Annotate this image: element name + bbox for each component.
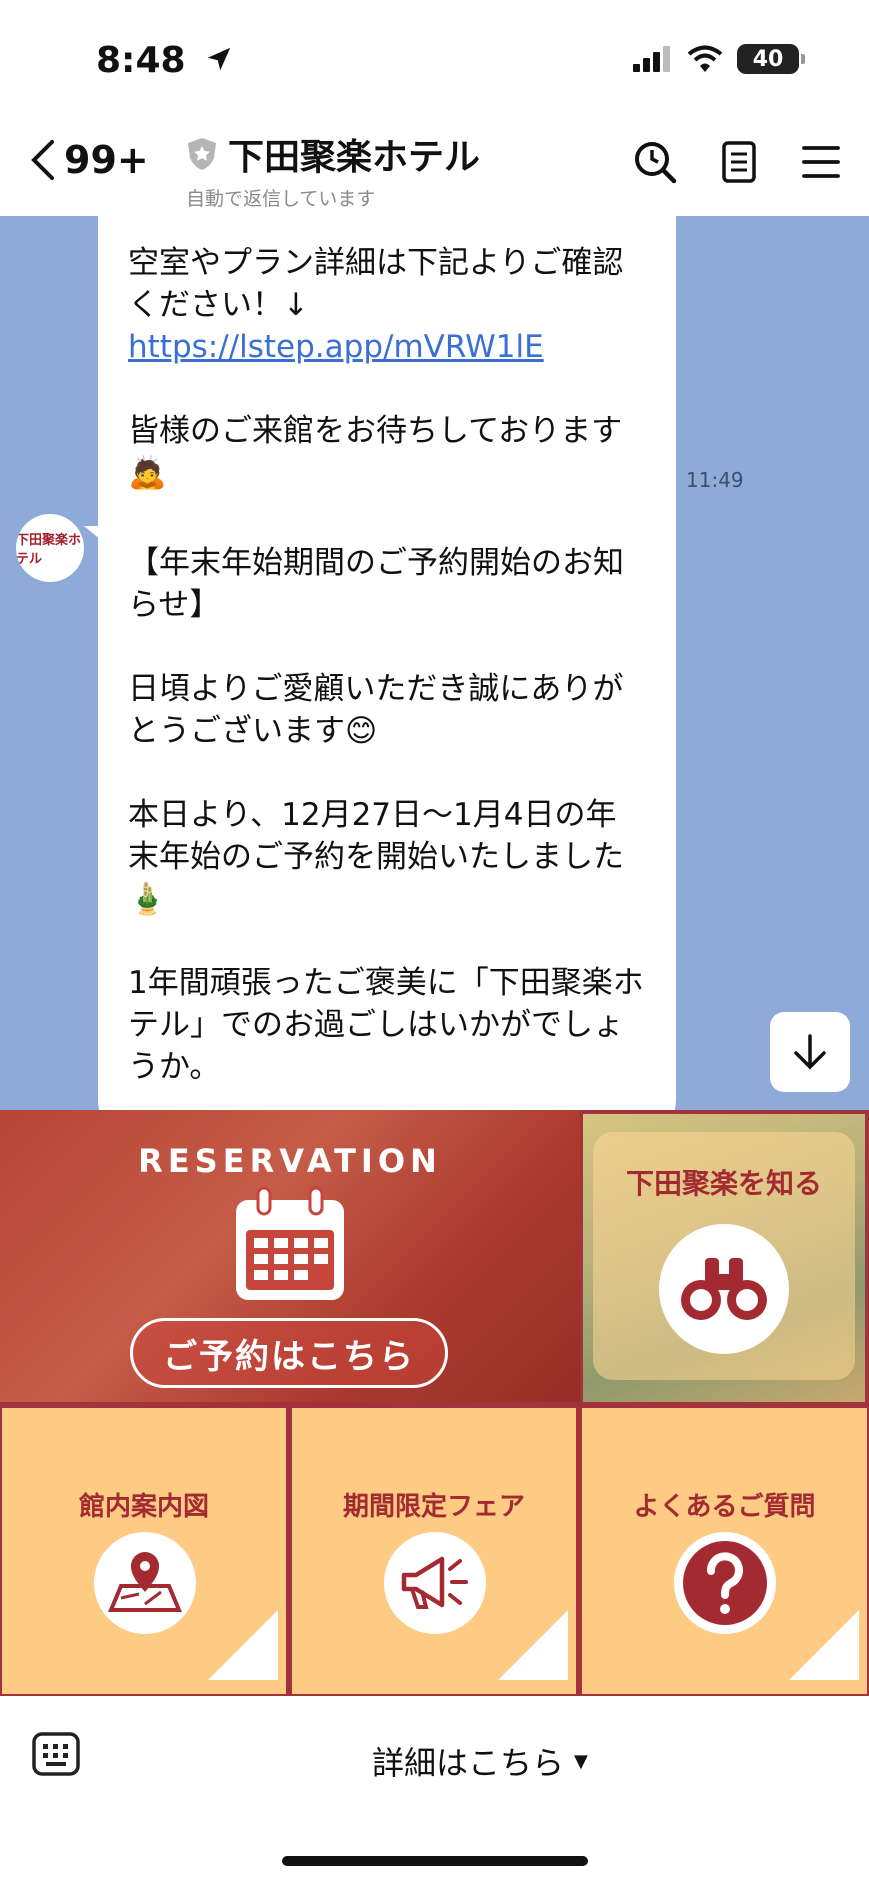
cellular-signal-icon: [633, 46, 670, 72]
status-bar: 8:48 40: [0, 0, 869, 128]
status-time: 8:48: [96, 40, 234, 81]
chevron-left-icon: [31, 140, 54, 180]
search-icon[interactable]: [633, 140, 677, 184]
rich-menu: RESERVATION ご予約はこちら 下田聚楽を知る 館内案内図 期間限定フェ…: [0, 1110, 869, 1696]
battery-indicator: 40: [737, 44, 805, 74]
tile-corner-fold: [208, 1610, 278, 1680]
reservation-button[interactable]: ご予約はこちら: [130, 1318, 448, 1388]
notes-icon[interactable]: [721, 140, 757, 184]
megaphone-icon: [401, 1556, 468, 1609]
map-pin-icon: [108, 1552, 182, 1612]
menu-icon[interactable]: [801, 144, 841, 180]
back-button[interactable]: 99+: [28, 138, 149, 182]
chat-header: 99+ 下田聚楽ホテル 自動で返信しています: [0, 128, 869, 216]
header-actions: [633, 140, 841, 184]
message-text: 日頃よりご愛顧いただき誠にありがとうございます😊: [128, 671, 624, 749]
keyboard-icon[interactable]: [32, 1732, 80, 1776]
binoculars-badge: [659, 1224, 789, 1354]
wifi-icon: [687, 45, 723, 72]
message-text: 1年間頑張ったご褒美に「下田聚楽ホテル」でのお過ごしはいかがでしょうか。: [128, 965, 644, 1085]
limited-fair-label: 期間限定フェア: [342, 1492, 525, 1522]
shield-badge-icon: [188, 138, 216, 170]
reservation-title: RESERVATION: [138, 1142, 442, 1180]
binoculars-icon: [681, 1258, 767, 1320]
message-timestamp: 11:49: [686, 468, 744, 492]
question-mark-icon: [683, 1541, 767, 1625]
bottom-bar: 詳細はこちら ▼: [0, 1696, 869, 1884]
floor-map-label: 館内案内図: [78, 1492, 209, 1522]
battery-level: 40: [752, 46, 784, 72]
floor-map-tile[interactable]: 館内案内図: [2, 1408, 286, 1694]
know-shimoda-label: 下田聚楽を知る: [625, 1167, 822, 1200]
calendar-icon: [236, 1186, 344, 1300]
faq-label: よくあるご質問: [633, 1492, 816, 1522]
map-badge: [94, 1532, 196, 1634]
home-indicator: [282, 1856, 588, 1866]
chat-area[interactable]: 空室やプラン詳細は下記よりご確認ください！↓ https://lstep.app…: [0, 216, 869, 1110]
tile-corner-fold: [789, 1610, 859, 1680]
tile-corner-fold: [498, 1610, 568, 1680]
location-arrow-icon: [207, 47, 231, 71]
arrow-down-icon: [794, 1034, 826, 1070]
faq-tile[interactable]: よくあるご質問: [582, 1408, 867, 1694]
message-bubble: 【年末年始期間のご予約開始のお知らせ】 日頃よりご愛顧いただき誠にありがとうござ…: [84, 520, 676, 1110]
chat-title: 下田聚楽ホテル: [228, 137, 481, 178]
message-text: 皆様のご来館をお待ちしております🙇: [128, 413, 623, 491]
avatar-logo-text: 下田聚楽ホテル: [16, 533, 82, 567]
reservation-tile[interactable]: RESERVATION ご予約はこちら: [0, 1110, 580, 1402]
unread-count: 99+: [64, 138, 149, 182]
message-text: 空室やプラン詳細は下記よりご確認ください！↓: [128, 245, 624, 323]
chat-title-area[interactable]: 下田聚楽ホテル 自動で返信しています: [186, 128, 480, 211]
question-badge: [674, 1532, 776, 1634]
chat-subtitle: 自動で返信しています: [186, 188, 376, 210]
status-icons: 40: [633, 44, 805, 74]
message-text: 【年末年始期間のご予約開始のお知らせ】: [128, 545, 624, 623]
limited-fair-tile[interactable]: 期間限定フェア: [292, 1408, 576, 1694]
megaphone-badge: [384, 1532, 486, 1634]
rich-menu-toggle[interactable]: 詳細はこちら ▼: [372, 1738, 588, 1784]
know-shimoda-tile[interactable]: 下田聚楽を知る: [583, 1114, 865, 1402]
rich-menu-toggle-label: 詳細はこちら: [372, 1744, 565, 1782]
avatar[interactable]: 下田聚楽ホテル: [16, 514, 84, 582]
status-time-text: 8:48: [96, 40, 186, 81]
scroll-to-bottom-button[interactable]: [770, 1012, 850, 1092]
caret-down-icon: ▼: [574, 1750, 588, 1772]
message-text: 本日より、12月27日～1月4日の年末年始のご予約を開始いたしました🎍: [128, 797, 624, 917]
message-link[interactable]: https://lstep.app/mVRW1lE: [128, 326, 646, 368]
